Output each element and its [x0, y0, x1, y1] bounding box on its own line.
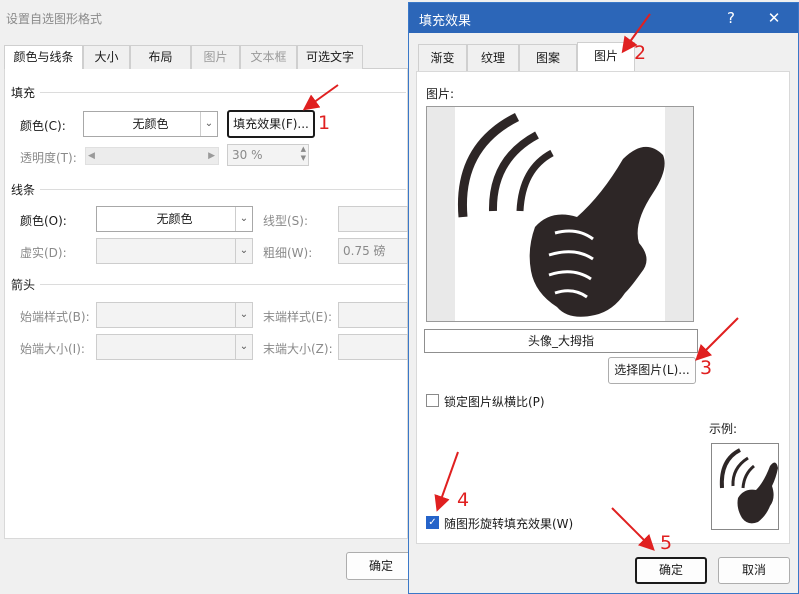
annotation-arrow-4: [434, 451, 459, 512]
annotation-number-5: 5: [660, 532, 673, 554]
annotation-arrow-3: [695, 317, 739, 361]
annotation-arrows: [302, 13, 739, 551]
annotation-arrow-5: [611, 507, 655, 551]
annotation-number-4: 4: [457, 489, 470, 511]
annotation-number-3: 3: [700, 357, 713, 379]
annotation-number-1: 1: [318, 112, 331, 134]
annotation-number-2: 2: [634, 42, 647, 64]
annotation-arrow-1: [302, 84, 339, 111]
